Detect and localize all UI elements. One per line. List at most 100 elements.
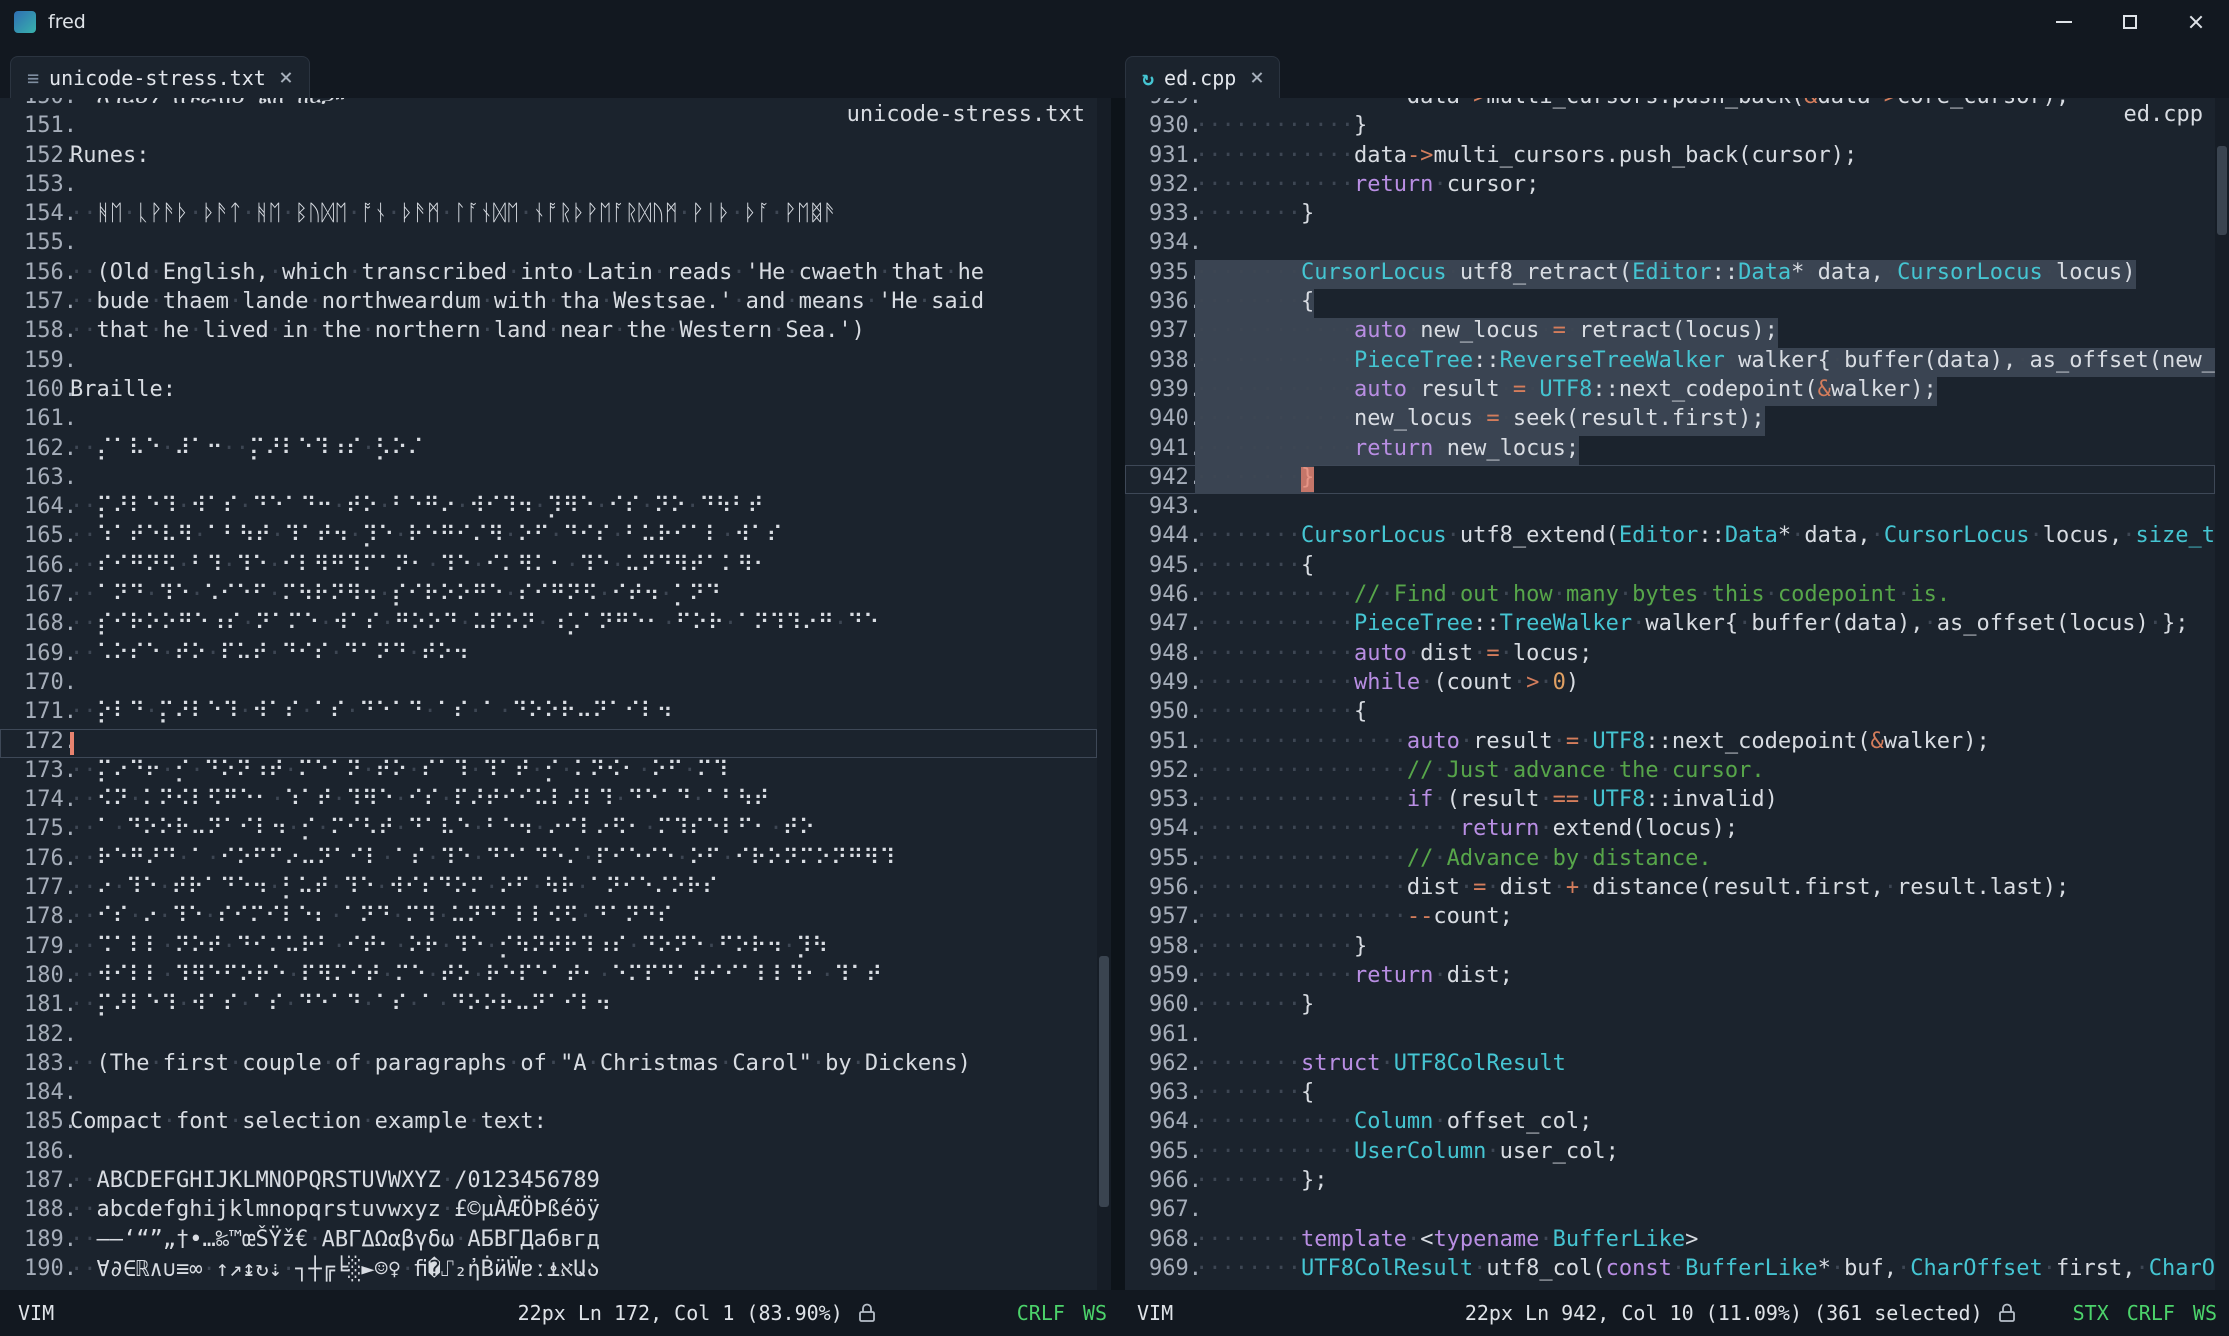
right-scrollbar[interactable]: [2215, 98, 2229, 1290]
maximize-button[interactable]: [2097, 0, 2163, 44]
line-number: 953.: [1125, 787, 1181, 816]
code-line[interactable]: 960.········}: [1125, 992, 2215, 1021]
code-line[interactable]: 154.··ᚻᛖ·ᚳᚹᚫᚦ·ᚦᚫᛏ·ᚻᛖ·ᛒᚢᛞᛖ·ᚩᚾ·ᚦᚫᛗ·ᛚᚪᚾᛞᛖ·ᚾ…: [0, 201, 1097, 230]
code-line[interactable]: 158.··that·he·lived·in·the·northern·land…: [0, 318, 1097, 347]
code-line[interactable]: 938.············PieceTree::ReverseTreeWa…: [1125, 348, 2215, 377]
code-line[interactable]: 953.················if·(result·==·UTF8::…: [1125, 787, 2215, 816]
code-line[interactable]: 941.············return·new_locus;: [1125, 436, 2215, 465]
code-line[interactable]: 186.: [0, 1139, 1097, 1168]
minimize-button[interactable]: [2031, 0, 2097, 44]
code-line[interactable]: 173.··⡍⠔⠙⠖·⡊·⠙⠕⠝⠰⠞·⠍⠑⠁⠝·⠞⠕·⠎⠁⠹·⠹⠁⠞·⡊·⠅⠝⠪…: [0, 758, 1097, 787]
code-line[interactable]: 947.············PieceTree::TreeWalker·wa…: [1125, 611, 2215, 640]
code-line[interactable]: 183.··(The·first·couple·of·paragraphs·of…: [0, 1051, 1097, 1080]
close-button[interactable]: [2163, 0, 2229, 44]
code-line[interactable]: 954.····················return·extend(lo…: [1125, 816, 2215, 845]
code-line[interactable]: 955.················//·Advance·by·distan…: [1125, 846, 2215, 875]
code-line[interactable]: 932.············return·cursor;: [1125, 172, 2215, 201]
code-line[interactable]: 175.··⠁·⠙⠕⠕⠗⠤⠝⠁⠊⠇⠲·⡊·⠍⠊⠣⠞·⠙⠁⠧⠑·⠃⠑⠲·⠔⠊⠇⠔⠫…: [0, 816, 1097, 845]
code-line[interactable]: 942.········}: [1125, 465, 2215, 494]
code-line[interactable]: 967.: [1125, 1197, 2215, 1226]
code-line[interactable]: 157.··bude·thaem·lande·northweardum·with…: [0, 289, 1097, 318]
code-line[interactable]: 153.: [0, 172, 1097, 201]
code-line[interactable]: 188.··abcdefghijklmnopqrstuvwxyz·£©µÀÆÖÞ…: [0, 1197, 1097, 1226]
code-line[interactable]: 961.: [1125, 1022, 2215, 1051]
maximize-icon: [2123, 15, 2137, 29]
code-line[interactable]: 966.········};: [1125, 1168, 2215, 1197]
code-line[interactable]: 929.················data->multi_cursors.…: [1125, 98, 2215, 113]
code-line[interactable]: 957.················--count;: [1125, 904, 2215, 933]
code-line[interactable]: 155.: [0, 230, 1097, 259]
left-scrollbar[interactable]: [1097, 98, 1111, 1290]
code-line[interactable]: 965.············UserColumn·user_col;: [1125, 1139, 2215, 1168]
code-line[interactable]: 171.··⡕⠇⠙·⡍⠜⠇⠑⠹·⠺⠁⠎·⠁⠎·⠙⠑⠁⠙·⠁⠎·⠁·⠙⠕⠕⠗⠤⠝⠁…: [0, 699, 1097, 728]
code-line[interactable]: 952.················//·Just·advance·the·…: [1125, 758, 2215, 787]
code-line[interactable]: 940.············new_locus·=·seek(result.…: [1125, 406, 2215, 435]
code-line[interactable]: 177.··⠔·⠹⠑·⠞⠗⠁⠙⠑⠲·⡃⠥⠞·⠹⠑·⠺⠊⠎⠙⠕⠍·⠕⠋·⠳⠗·⠁⠝…: [0, 875, 1097, 904]
code-line[interactable]: 164.··⡍⠜⠇⠑⠹·⠺⠁⠎·⠙⠑⠁⠙⠒·⠞⠕·⠃⠑⠛⠔·⠺⠊⠹⠲·⡹⠻⠑·⠊…: [0, 494, 1097, 523]
code-line[interactable]: 943.: [1125, 494, 2215, 523]
code-line[interactable]: 165.··⠱⠁⠞⠑⠧⠻·⠁⠃⠳⠞·⠹⠁⠞⠲·⡹⠑·⠗⠑⠛⠊⠌⠻·⠕⠋·⠙⠊⠎·…: [0, 523, 1097, 552]
tab-close-icon[interactable]: [280, 71, 293, 84]
code-line[interactable]: 935.········CursorLocus·utf8_retract(Edi…: [1125, 260, 2215, 289]
code-line[interactable]: 166.··⠎⠊⠛⠝⠫·⠃⠹·⠹⠑·⠊⠇⠻⠛⠹⠍⠁⠝⠂·⠹⠑·⠊⠅⠻⠅⠂·⠹⠑·…: [0, 553, 1097, 582]
code-line[interactable]: 168.··⡎⠊⠗⠕⠕⠛⠑⠰⠎·⠝⠁⠍⠑·⠺⠁⠎·⠛⠕⠕⠙·⠥⠏⠕⠝·⠰⡡⠁⠝⠛…: [0, 611, 1097, 640]
code-line[interactable]: 172.: [0, 729, 1097, 758]
code-line[interactable]: 182.: [0, 1022, 1097, 1051]
code-line[interactable]: 185.Compact·font·selection·example·text:: [0, 1109, 1097, 1138]
right-editor-pane[interactable]: 929.················data->multi_cursors.…: [1125, 98, 2229, 1290]
code-line[interactable]: 962.········struct·UTF8ColResult: [1125, 1051, 2215, 1080]
code-line[interactable]: 945.········{: [1125, 553, 2215, 582]
code-line[interactable]: 170.: [0, 670, 1097, 699]
code-line[interactable]: 178.··⠊⠎·⠔·⠹⠑·⠎⠊⠍⠊⠇⠑⠆·⠁⠝⠙·⠍⠹·⠥⠝⠙⠁⠇⠇⠪⠫·⠙⠁…: [0, 904, 1097, 933]
code-line[interactable]: 956.················dist·=·dist·+·distan…: [1125, 875, 2215, 904]
code-line[interactable]: 951.················auto·result·=·UTF8::…: [1125, 729, 2215, 758]
tab-ed-cpp[interactable]: ↻ ed.cpp: [1125, 56, 1280, 98]
code-line[interactable]: 190.··∀∂∈ℝ∧∪≡∞·↑↗↨↻⇣·┐┼╔╘░►☺♀·ﬁ�⑀₂ἠḂӥẄɐː…: [0, 1256, 1097, 1285]
left-scrollbar-thumb[interactable]: [1099, 956, 1109, 1206]
code-line[interactable]: 931.············data->multi_cursors.push…: [1125, 143, 2215, 172]
code-line[interactable]: 152.Runes:: [0, 143, 1097, 172]
code-line[interactable]: 949.············while·(count·>·0): [1125, 670, 2215, 699]
code-line[interactable]: 187.··ABCDEFGHIJKLMNOPQRSTUVWXYZ·/012345…: [0, 1168, 1097, 1197]
code-line[interactable]: 174.··⠪⠝·⠅⠝⠪⠇⠫⠛⠑⠂·⠱⠁⠞·⠹⠻⠑·⠊⠎·⠏⠜⠞⠊⠊⠥⠇⠜⠇⠹·…: [0, 787, 1097, 816]
code-line[interactable]: 179.··⠩⠁⠇⠇·⠝⠕⠞·⠙⠊⠌⠥⠗⠃·⠊⠞⠂·⠕⠗·⠹⠑·⡊⠳⠝⠞⠗⠹⠰⠎…: [0, 934, 1097, 963]
right-scrollbar-thumb[interactable]: [2217, 146, 2227, 235]
code-line[interactable]: 969.········UTF8ColResult·utf8_col(const…: [1125, 1256, 2215, 1285]
line-number: 937.: [1125, 318, 1181, 347]
code-line[interactable]: 930.············}: [1125, 113, 2215, 142]
code-line[interactable]: 939.············auto·result·=·UTF8::next…: [1125, 377, 2215, 406]
code-line[interactable]: 948.············auto·dist·=·locus;: [1125, 641, 2215, 670]
code-line[interactable]: 963.········{: [1125, 1080, 2215, 1109]
code-line[interactable]: 950.············{: [1125, 699, 2215, 728]
code-line[interactable]: 958.············}: [1125, 934, 2215, 963]
code-line[interactable]: 162.··⡌⠁⠧⠑·⠼⠁⠒··⡍⠜⠇⠑⠹⠰⠎·⡣⠕⠌: [0, 436, 1097, 465]
code-line[interactable]: 156.··(Old·English,·which·transcribed·in…: [0, 260, 1097, 289]
code-line[interactable]: 169.··⠡⠕⠎⠑·⠞⠕·⠏⠥⠞·⠙⠊⠎·⠙⠁⠝⠙·⠞⠕⠲: [0, 641, 1097, 670]
code-line[interactable]: 181.··⡍⠜⠇⠑⠹·⠺⠁⠎·⠁⠎·⠙⠑⠁⠙·⠁⠎·⠁·⠙⠕⠕⠗⠤⠝⠁⠊⠇⠲: [0, 992, 1097, 1021]
code-line[interactable]: 968.········template·<typename·BufferLik…: [1125, 1227, 2215, 1256]
code-line[interactable]: 946.············//·Find·out·how·many·byt…: [1125, 582, 2215, 611]
tab-close-icon[interactable]: [1250, 71, 1263, 84]
code-line[interactable]: 176.··⠗⠑⠛⠜⠙·⠁·⠊⠕⠋⠋⠔⠤⠝⠁⠊⠇·⠁⠎·⠹⠑·⠙⠑⠁⠙⠑⠌·⠏⠊…: [0, 846, 1097, 875]
code-line[interactable]: 937.············auto·new_locus·=·retract…: [1125, 318, 2215, 347]
code-line[interactable]: 964.············Column·offset_col;: [1125, 1109, 2215, 1138]
code-line[interactable]: 180.··⠺⠊⠇⠇·⠹⠻⠑⠋⠕⠗⠑·⠏⠻⠍⠊⠞·⠍⠑·⠞⠕·⠗⠑⠏⠑⠁⠞⠂·⠑…: [0, 963, 1097, 992]
pane-divider[interactable]: [1111, 98, 1125, 1290]
code-line[interactable]: 159.: [0, 348, 1097, 377]
code-line[interactable]: 167.··⠁⠝⠙·⠹⠑·⠡⠊⠑⠋·⠍⠳⠗⠝⠻⠲·⡎⠊⠗⠕⠕⠛⠑·⠎⠊⠛⠝⠫·⠊…: [0, 582, 1097, 611]
code-line[interactable]: 184.: [0, 1080, 1097, 1109]
code-line[interactable]: 944.········CursorLocus·utf8_extend(Edit…: [1125, 523, 2215, 552]
code-line[interactable]: 163.: [0, 465, 1097, 494]
tab-unicode-stress-txt[interactable]: ≡ unicode-stress.txt: [10, 56, 310, 98]
status-flags: STXCRLFWS: [2073, 1301, 2217, 1325]
line-number: 178.: [0, 904, 56, 933]
code-line[interactable]: 934.: [1125, 230, 2215, 259]
code-line[interactable]: 189.··–—‘“”„†•…‰™œŠŸž€·ΑΒΓΔΩαβγδω·АБВГДа…: [0, 1227, 1097, 1256]
code-line[interactable]: 160.Braille:: [0, 377, 1097, 406]
left-editor-pane[interactable]: 150.··እግርህን·በፍራሽህ·ልክ·ዘርጋ።151.152.Runes:1…: [0, 98, 1111, 1290]
code-line[interactable]: 959.············return·dist;: [1125, 963, 2215, 992]
code-line[interactable]: 936.········{: [1125, 289, 2215, 318]
code-line[interactable]: 161.: [0, 406, 1097, 435]
line-number: 964.: [1125, 1109, 1181, 1138]
code-line[interactable]: 933.········}: [1125, 201, 2215, 230]
